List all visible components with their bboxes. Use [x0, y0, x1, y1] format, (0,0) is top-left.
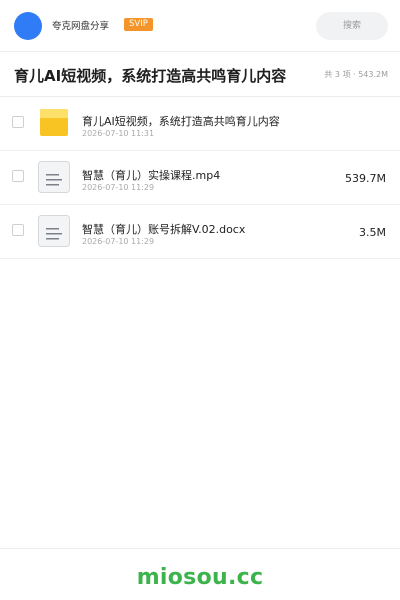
share-header: 夸克网盘分享 SVIP 搜索: [0, 0, 400, 52]
file-date: 2026-07-10 11:29: [82, 237, 155, 246]
file-name: 育儿AI短视频，系统打造高共鸣育儿内容: [82, 115, 280, 128]
file-name: 智慧（育儿）账号拆解V.02.docx: [82, 223, 246, 236]
file-size: 539.7M: [345, 172, 386, 185]
page-title: 育儿AI短视频，系统打造高共鸣育儿内容: [14, 67, 287, 85]
file-date: 2026-07-10 11:29: [82, 183, 155, 192]
file-name: 智慧（育儿）实操课程.mp4: [82, 169, 221, 182]
share-summary: 共 3 项 · 543.2M: [324, 70, 388, 79]
svip-badge: SVIP: [124, 18, 153, 31]
owner-name: 夸克网盘分享: [52, 21, 110, 32]
file-row-folder[interactable]: 育儿AI短视频，系统打造高共鸣育儿内容 2026-07-10 11:31: [0, 97, 400, 151]
file-row-video[interactable]: 智慧（育儿）实操课程.mp4 2026-07-10 11:29 539.7M: [0, 151, 400, 205]
file-list: 育儿AI短视频，系统打造高共鸣育儿内容 2026-07-10 11:31 智慧（…: [0, 97, 400, 259]
footer-brand: miosou.cc: [136, 565, 264, 590]
row-checkbox[interactable]: [12, 116, 24, 128]
avatar[interactable]: [14, 12, 42, 40]
footer: miosou.cc: [0, 548, 400, 600]
share-title-bar: 育儿AI短视频，系统打造高共鸣育儿内容 共 3 项 · 543.2M: [0, 52, 400, 97]
file-date: 2026-07-10 11:31: [82, 129, 155, 138]
file-size: 3.5M: [359, 226, 386, 239]
folder-icon: [40, 109, 68, 136]
search-input[interactable]: 搜索: [316, 12, 388, 40]
document-icon: [38, 161, 70, 193]
row-checkbox[interactable]: [12, 224, 24, 236]
document-icon: [38, 215, 70, 247]
row-checkbox[interactable]: [12, 170, 24, 182]
file-row-docx[interactable]: 智慧（育儿）账号拆解V.02.docx 2026-07-10 11:29 3.5…: [0, 205, 400, 259]
